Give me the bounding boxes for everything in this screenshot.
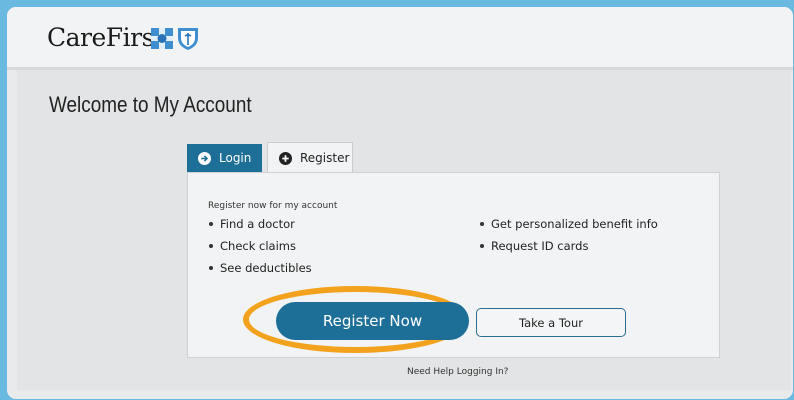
register-now-button[interactable]: Register Now (276, 302, 469, 340)
benefit-list-right: Get personalized benefit info Request ID… (477, 213, 658, 257)
tab-register[interactable]: Register (267, 142, 353, 173)
register-intro: Register now for my account (208, 201, 338, 211)
list-item: Request ID cards (477, 235, 658, 257)
arrow-right-circle-icon (198, 151, 211, 165)
list-item: Find a doctor (206, 213, 312, 235)
page-title: Welcome to My Account (49, 92, 252, 117)
benefit-list-left: Find a doctor Check claims See deductibl… (206, 213, 312, 279)
tab-login[interactable]: Login (187, 144, 262, 172)
blue-shield-icon (178, 28, 198, 50)
blue-cross-icon (151, 28, 173, 49)
main-content: Welcome to My Account Login Register Reg… (17, 70, 791, 390)
logo-marks (150, 25, 210, 55)
tab-label: Register (300, 151, 350, 165)
list-item: Check claims (206, 235, 312, 257)
list-item: Get personalized benefit info (477, 213, 658, 235)
site-header: CareFirst (7, 7, 793, 70)
window: CareFirst Welcome to My Account Login Re… (7, 7, 793, 399)
plus-circle-icon (279, 151, 292, 165)
carefirst-logo[interactable]: CareFirst (47, 24, 164, 52)
take-a-tour-button[interactable]: Take a Tour (476, 308, 626, 337)
list-item: See deductibles (206, 257, 312, 279)
need-help-link[interactable]: Need Help Logging In? (407, 367, 508, 377)
tab-label: Login (219, 151, 252, 165)
